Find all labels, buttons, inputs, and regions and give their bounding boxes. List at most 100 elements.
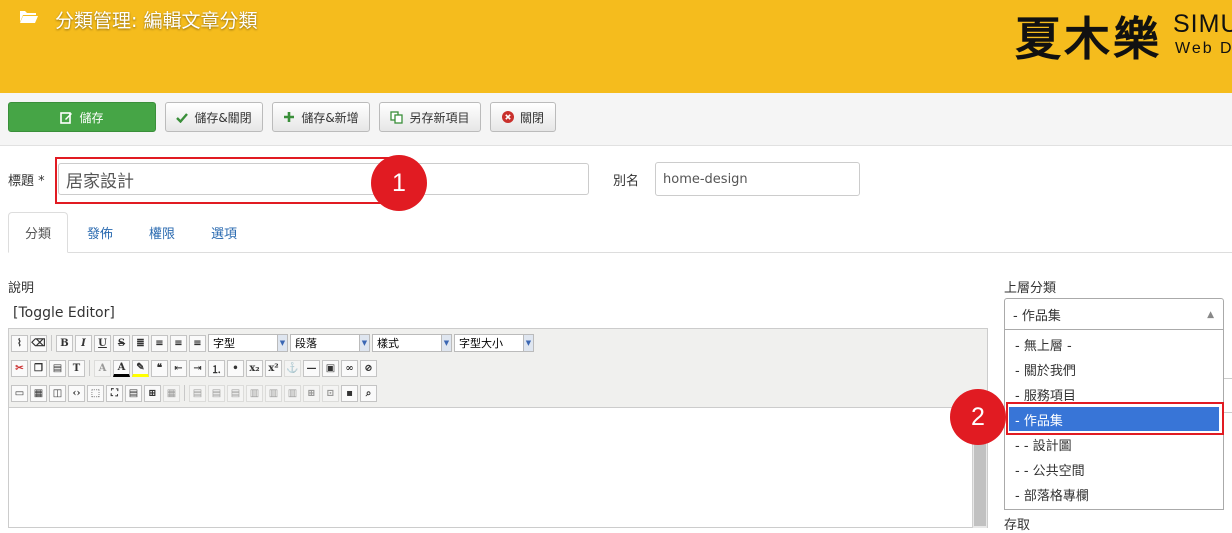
background-field-edge — [1224, 378, 1232, 379]
style-select-label: 樣式 — [377, 337, 399, 350]
merge-cells-icon[interactable]: ⊡ — [322, 384, 339, 402]
rich-text-editor: ⌇ ⌫ B I U S ≣ ≡ ≡ ≡ 字型 ▼ 段落 ▼ 樣式 ▼ 字型大小 ▼ ✂ … — [8, 328, 988, 528]
brand-logo-english: SIMU — [1173, 10, 1232, 38]
outdent-icon[interactable]: ⇤ — [170, 359, 187, 377]
eraser-icon[interactable]: ⌫ — [30, 334, 47, 352]
save-copy-label: 另存新項目 — [409, 110, 470, 125]
tab-category[interactable]: 分類 — [8, 212, 68, 253]
callout-badge-1: 1 — [371, 155, 427, 211]
paragraph-select[interactable]: 段落 ▼ — [290, 334, 370, 352]
preview-icon[interactable]: ◫ — [49, 384, 66, 402]
save-button[interactable]: 儲存 — [8, 102, 156, 132]
spellcheck-icon[interactable]: A — [94, 359, 111, 377]
highlight-color-icon[interactable]: ✎ — [132, 359, 149, 377]
delete-row-icon[interactable]: ▤ — [227, 384, 244, 402]
chevron-down-icon: ▼ — [441, 335, 451, 351]
editor-toolbar: ⌇ ⌫ B I U S ≣ ≡ ≡ ≡ 字型 ▼ 段落 ▼ 樣式 ▼ 字型大小 ▼ ✂ … — [9, 329, 987, 408]
italic-icon[interactable]: I — [75, 334, 92, 352]
table-icon[interactable]: ⊞ — [144, 384, 161, 402]
folder-open-icon — [20, 11, 38, 23]
save-copy-button[interactable]: 另存新項目 — [379, 102, 481, 132]
row-before-icon[interactable]: ▤ — [189, 384, 206, 402]
horizontal-rule-icon[interactable]: — — [303, 359, 320, 377]
background-field-edge — [1224, 412, 1232, 413]
unlink-icon[interactable]: ⊘ — [360, 359, 377, 377]
chevron-down-icon: ▼ — [359, 335, 369, 351]
option-about-us[interactable]: - 關於我們 — [1009, 357, 1219, 381]
underline-icon[interactable]: U — [94, 334, 111, 352]
chevron-down-icon: ▼ — [277, 335, 287, 351]
copy-icon — [390, 110, 404, 124]
superscript-icon[interactable]: x² — [265, 359, 282, 377]
floppy-icon[interactable]: ▪ — [341, 384, 358, 402]
tab-permissions[interactable]: 權限 — [138, 212, 186, 252]
select-all-icon[interactable]: ⬚ — [87, 384, 104, 402]
split-cells-icon[interactable]: ⊞ — [303, 384, 320, 402]
search-doc-icon[interactable]: ⌕ — [360, 384, 377, 402]
font-size-select-label: 字型大小 — [459, 337, 503, 350]
brand-logo-chinese: 夏木樂 — [1015, 12, 1162, 66]
indent-icon[interactable]: ⇥ — [189, 359, 206, 377]
align-justify-icon[interactable]: ≣ — [132, 334, 149, 352]
save-close-label: 儲存&關閉 — [194, 110, 252, 125]
align-left-icon[interactable]: ≡ — [170, 334, 187, 352]
paragraph-select-label: 段落 — [295, 337, 317, 350]
save-doc-icon[interactable]: ▭ — [11, 384, 28, 402]
option-blog-column[interactable]: - 部落格專欄 — [1009, 482, 1219, 506]
access-label: 存取 — [1004, 518, 1031, 533]
parent-category-label: 上層分類 — [1004, 281, 1057, 296]
row-after-icon[interactable]: ▤ — [208, 384, 225, 402]
bold-icon[interactable]: B — [56, 334, 73, 352]
numbered-list-icon[interactable]: ⒈ — [208, 359, 225, 377]
cleanup-broom-icon[interactable]: ⌇ — [11, 334, 28, 352]
check-icon — [176, 112, 189, 123]
option-design-drawings[interactable]: - - 設計圖 — [1009, 432, 1219, 456]
parent-category-select[interactable]: - 作品集 ▲ — [1004, 298, 1224, 330]
copy-icon[interactable]: ❐ — [30, 359, 47, 377]
tab-options[interactable]: 選項 — [200, 212, 248, 252]
action-toolbar: 儲存 儲存&關閉 儲存&新增 另存新項目 關閉 — [0, 93, 1232, 146]
paste-icon[interactable]: ▤ — [49, 359, 66, 377]
close-label: 關閉 — [519, 110, 544, 125]
strikethrough-icon[interactable]: S — [113, 334, 130, 352]
align-center-icon[interactable]: ≡ — [151, 334, 168, 352]
delete-col-icon[interactable]: ▥ — [284, 384, 301, 402]
blockquote-icon[interactable]: ❝ — [151, 359, 168, 377]
plus-icon — [284, 112, 295, 122]
alias-input[interactable]: home-design — [655, 162, 860, 196]
col-after-icon[interactable]: ▥ — [265, 384, 282, 402]
table-props-icon[interactable]: ▦ — [163, 384, 180, 402]
save-new-button[interactable]: 儲存&新增 — [272, 102, 370, 132]
align-right-icon[interactable]: ≡ — [189, 334, 206, 352]
highlight-box-title — [55, 157, 392, 204]
edit-icon — [60, 111, 73, 124]
save-label: 儲存 — [79, 110, 104, 125]
option-public-space[interactable]: - - 公共空間 — [1009, 457, 1219, 481]
style-select[interactable]: 樣式 ▼ — [372, 334, 452, 352]
template-icon[interactable]: ▦ — [30, 384, 47, 402]
col-before-icon[interactable]: ▥ — [246, 384, 263, 402]
save-close-button[interactable]: 儲存&關閉 — [165, 102, 263, 132]
caret-up-icon: ▲ — [1207, 310, 1214, 320]
close-button[interactable]: 關閉 — [490, 102, 556, 132]
tab-publishing[interactable]: 發佈 — [76, 212, 124, 252]
font-color-icon[interactable]: A — [113, 359, 130, 377]
fullscreen-icon[interactable]: ⛶ — [106, 384, 123, 402]
toggle-editor-link[interactable]: [Toggle Editor] — [13, 305, 115, 321]
subscript-icon[interactable]: x₂ — [246, 359, 263, 377]
image-icon[interactable]: ▣ — [322, 359, 339, 377]
option-no-parent[interactable]: - 無上層 - — [1009, 332, 1219, 356]
admin-header: 分類管理: 編輯文章分類 夏木樂 SIMU Web D — [0, 0, 1232, 93]
source-code-icon[interactable]: ‹› — [68, 384, 85, 402]
cut-icon[interactable]: ✂ — [11, 359, 28, 377]
link-icon[interactable]: ∞ — [341, 359, 358, 377]
font-family-select[interactable]: 字型 ▼ — [208, 334, 288, 352]
save-new-label: 儲存&新增 — [301, 110, 359, 125]
alias-label: 別名 — [613, 174, 640, 189]
page-title: 分類管理: 編輯文章分類 — [55, 10, 258, 32]
bullet-list-icon[interactable]: • — [227, 359, 244, 377]
paste-text-icon[interactable]: T — [68, 359, 85, 377]
media-icon[interactable]: ▤ — [125, 384, 142, 402]
anchor-icon[interactable]: ⚓ — [284, 359, 301, 377]
font-size-select[interactable]: 字型大小 ▼ — [454, 334, 534, 352]
